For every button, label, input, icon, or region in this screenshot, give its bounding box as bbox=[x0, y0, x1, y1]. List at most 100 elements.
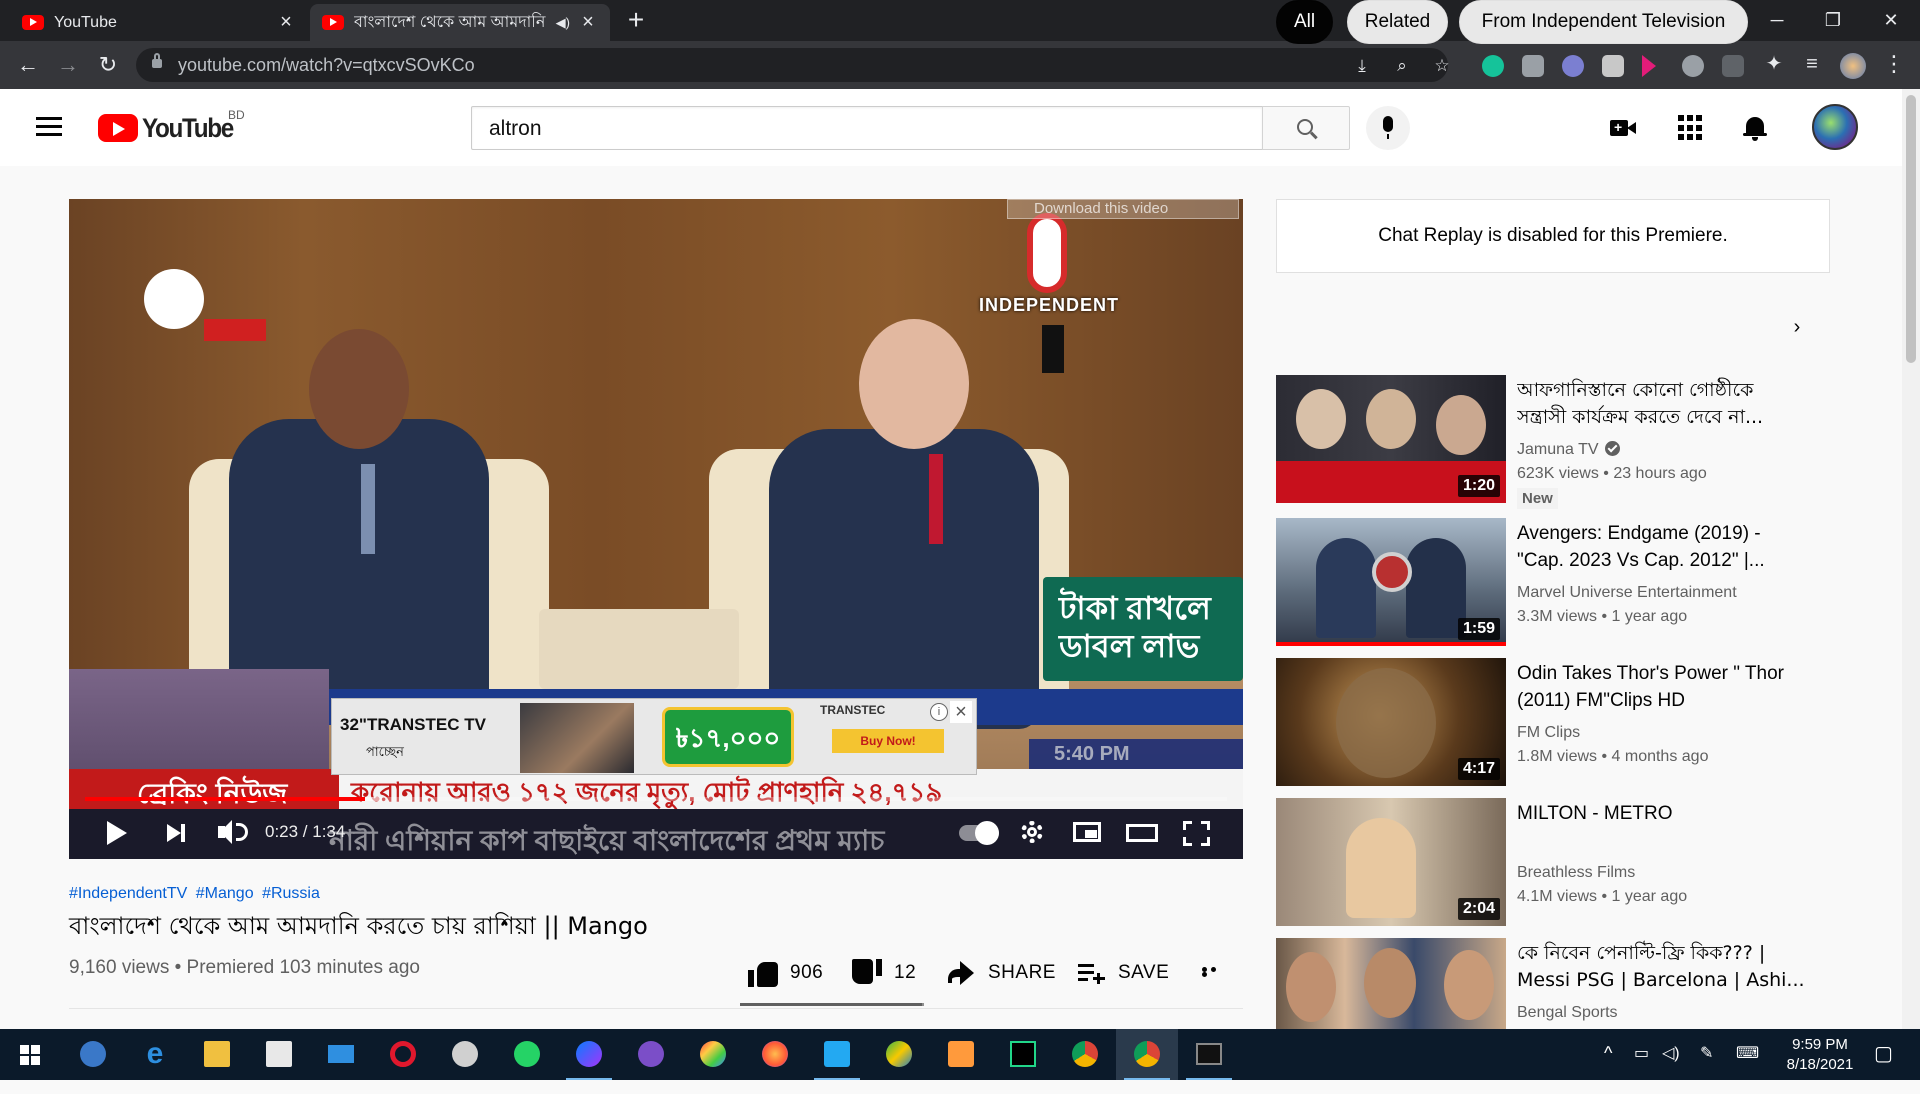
voice-search-button[interactable] bbox=[1366, 106, 1410, 150]
fullscreen-icon[interactable] bbox=[1179, 815, 1215, 849]
address-bar[interactable]: youtube.com/watch?v=qtxcvSOvKCo ⤓ ⌕ ☆ bbox=[136, 48, 1450, 82]
recommendation-title[interactable]: আফগানিস্তানে কোনো গোষ্ঠীকে সন্ত্রাসী কার… bbox=[1517, 377, 1807, 431]
recommendation-item[interactable]: কে নিবেন পেনাল্টি-ফ্রি কিক??? | Messi PS… bbox=[1276, 938, 1836, 1029]
video-player[interactable]: INDEPENDENT Download this video টাকা রাখ… bbox=[69, 199, 1243, 859]
install-icon[interactable]: ⤓ bbox=[1352, 56, 1372, 76]
audio-playing-icon[interactable]: ◀) bbox=[556, 15, 570, 31]
profile-avatar[interactable] bbox=[1840, 53, 1866, 79]
taskbar-app-vscode[interactable] bbox=[806, 1029, 868, 1080]
keyboard-icon[interactable]: ⌨ bbox=[1736, 1043, 1759, 1094]
grammarly-extension-icon[interactable] bbox=[1482, 55, 1504, 77]
taskbar-app-qbittorrent[interactable] bbox=[62, 1029, 124, 1080]
channel-name[interactable]: Jamuna TV bbox=[1517, 441, 1599, 458]
menu-icon[interactable] bbox=[36, 117, 62, 137]
notifications-bell-icon[interactable] bbox=[1742, 115, 1768, 141]
taskbar-app-mail[interactable] bbox=[310, 1029, 372, 1080]
extension-icon[interactable] bbox=[1602, 55, 1624, 77]
taskbar-app-pycharm[interactable] bbox=[992, 1029, 1054, 1080]
notification-center-icon[interactable]: ▢ bbox=[1874, 1041, 1893, 1092]
reading-list-icon[interactable]: ≡ bbox=[1798, 50, 1826, 78]
play-extension-icon[interactable] bbox=[1642, 55, 1656, 77]
start-button[interactable] bbox=[0, 1029, 62, 1080]
forward-arrow-icon[interactable]: → bbox=[54, 51, 82, 79]
page-scrollbar[interactable] bbox=[1902, 89, 1920, 1029]
taskbar-app-terminal[interactable] bbox=[1178, 1029, 1240, 1080]
more-actions-icon[interactable] bbox=[1202, 967, 1228, 977]
recommendation-channel[interactable]: Marvel Universe Entertainment bbox=[1517, 584, 1737, 602]
theater-mode-icon[interactable] bbox=[1124, 815, 1160, 849]
search-input[interactable]: altron bbox=[471, 106, 1263, 150]
url-text[interactable]: youtube.com/watch?v=qtxcvSOvKCo bbox=[178, 55, 475, 76]
progress-bar[interactable] bbox=[85, 797, 1227, 801]
ad-close-icon[interactable]: × bbox=[950, 701, 972, 723]
tab-close-icon[interactable]: × bbox=[578, 11, 598, 34]
chip-all[interactable]: All bbox=[1276, 0, 1333, 44]
browser-tab-youtube[interactable]: YouTube × bbox=[10, 4, 308, 41]
pen-icon[interactable]: ✎ bbox=[1700, 1043, 1713, 1094]
download-video-label[interactable]: Download this video bbox=[1034, 200, 1168, 217]
restore-button[interactable]: ❐ bbox=[1808, 4, 1858, 36]
taskbar-app-explorer[interactable] bbox=[186, 1029, 248, 1080]
recommendation-item[interactable]: 4:17 Odin Takes Thor's Power " Thor (201… bbox=[1276, 658, 1836, 786]
zoom-icon[interactable]: ⌕ bbox=[1392, 56, 1412, 76]
ad-info-icon[interactable]: i bbox=[930, 703, 948, 721]
video-thumbnail[interactable]: 2:04 bbox=[1276, 798, 1506, 926]
chevron-right-icon[interactable]: › bbox=[1782, 306, 1812, 350]
network-icon[interactable]: ▭ bbox=[1634, 1043, 1649, 1094]
share-button[interactable]: SHARE bbox=[946, 958, 1056, 988]
recommendation-channel[interactable]: FM Clips bbox=[1517, 724, 1580, 742]
miniplayer-icon[interactable] bbox=[1069, 815, 1105, 849]
download-extension-icon[interactable] bbox=[1682, 55, 1704, 77]
recommendation-title[interactable]: Avengers: Endgame (2019) - "Cap. 2023 Vs… bbox=[1517, 520, 1807, 574]
like-button[interactable]: 906 bbox=[748, 958, 823, 988]
overlay-ad[interactable]: 32"TRANSTEC TV পাচ্ছেন ৳১৭,০০০ TRANSTEC … bbox=[331, 698, 977, 775]
dislike-button[interactable]: 12 bbox=[852, 958, 916, 988]
tab-close-icon[interactable]: × bbox=[276, 11, 296, 34]
search-query[interactable]: altron bbox=[489, 117, 542, 141]
taskbar-app-messenger[interactable] bbox=[558, 1029, 620, 1080]
tray-expand-icon[interactable]: ^ bbox=[1604, 1043, 1612, 1094]
volume-icon[interactable] bbox=[214, 815, 250, 849]
play-icon[interactable] bbox=[99, 815, 135, 849]
download-video-button[interactable]: Download this video bbox=[1007, 199, 1239, 219]
taskbar-app-whatsapp[interactable] bbox=[496, 1029, 558, 1080]
recommendation-channel[interactable]: Jamuna TV bbox=[1517, 441, 1620, 459]
taskbar-app-firefox[interactable] bbox=[744, 1029, 806, 1080]
apps-grid-icon[interactable] bbox=[1678, 115, 1704, 141]
recommendation-channel[interactable]: Bengal Sports bbox=[1517, 1004, 1618, 1022]
close-window-button[interactable]: ✕ bbox=[1866, 4, 1916, 36]
camera-extension-icon[interactable] bbox=[1522, 55, 1544, 77]
extension-icon[interactable] bbox=[1562, 55, 1584, 77]
taskbar-app-edge[interactable]: e bbox=[124, 1029, 186, 1080]
bookmark-star-icon[interactable]: ☆ bbox=[1432, 56, 1452, 76]
chrome-menu-icon[interactable]: ⋮ bbox=[1880, 50, 1908, 78]
lock-icon[interactable] bbox=[152, 53, 162, 68]
minimize-button[interactable]: ─ bbox=[1752, 4, 1802, 36]
hashtag-link[interactable]: #IndependentTV bbox=[69, 885, 187, 902]
recommendation-item[interactable]: 1:20 আফগানিস্তানে কোনো গোষ্ঠীকে সন্ত্রাস… bbox=[1276, 375, 1836, 509]
video-thumbnail[interactable]: 4:17 bbox=[1276, 658, 1506, 786]
taskbar-app-globe[interactable] bbox=[868, 1029, 930, 1080]
extension-icon[interactable] bbox=[1722, 55, 1744, 77]
create-video-icon[interactable]: + bbox=[1610, 115, 1636, 141]
video-thumbnail[interactable] bbox=[1276, 938, 1506, 1029]
reload-icon[interactable]: ↻ bbox=[94, 51, 122, 79]
recommendation-item[interactable]: 2:04 MILTON - METRO Breathless Films 4.1… bbox=[1276, 798, 1836, 926]
new-tab-button[interactable]: + bbox=[622, 6, 650, 34]
youtube-logo[interactable]: YouTube bbox=[98, 112, 243, 144]
back-arrow-icon[interactable]: ← bbox=[14, 51, 42, 79]
video-thumbnail[interactable]: 1:59 bbox=[1276, 518, 1506, 646]
hashtag-link[interactable]: #Mango bbox=[196, 885, 254, 902]
ad-buy-now-button[interactable]: Buy Now! bbox=[832, 729, 944, 753]
chip-related[interactable]: Related bbox=[1347, 0, 1448, 44]
taskbar-app-github[interactable] bbox=[620, 1029, 682, 1080]
video-thumbnail[interactable]: 1:20 bbox=[1276, 375, 1506, 503]
recommendation-item[interactable]: 1:59 Avengers: Endgame (2019) - "Cap. 20… bbox=[1276, 518, 1836, 646]
recommendation-title[interactable]: Odin Takes Thor's Power " Thor (2011) FM… bbox=[1517, 660, 1807, 714]
recommendation-channel[interactable]: Breathless Films bbox=[1517, 864, 1635, 882]
taskbar-app-sublime[interactable] bbox=[930, 1029, 992, 1080]
system-clock[interactable]: 9:59 PM 8/18/2021 bbox=[1772, 1035, 1868, 1075]
taskbar-app-paint[interactable] bbox=[682, 1029, 744, 1080]
next-video-icon[interactable] bbox=[161, 815, 197, 849]
autoplay-toggle[interactable] bbox=[959, 821, 999, 845]
